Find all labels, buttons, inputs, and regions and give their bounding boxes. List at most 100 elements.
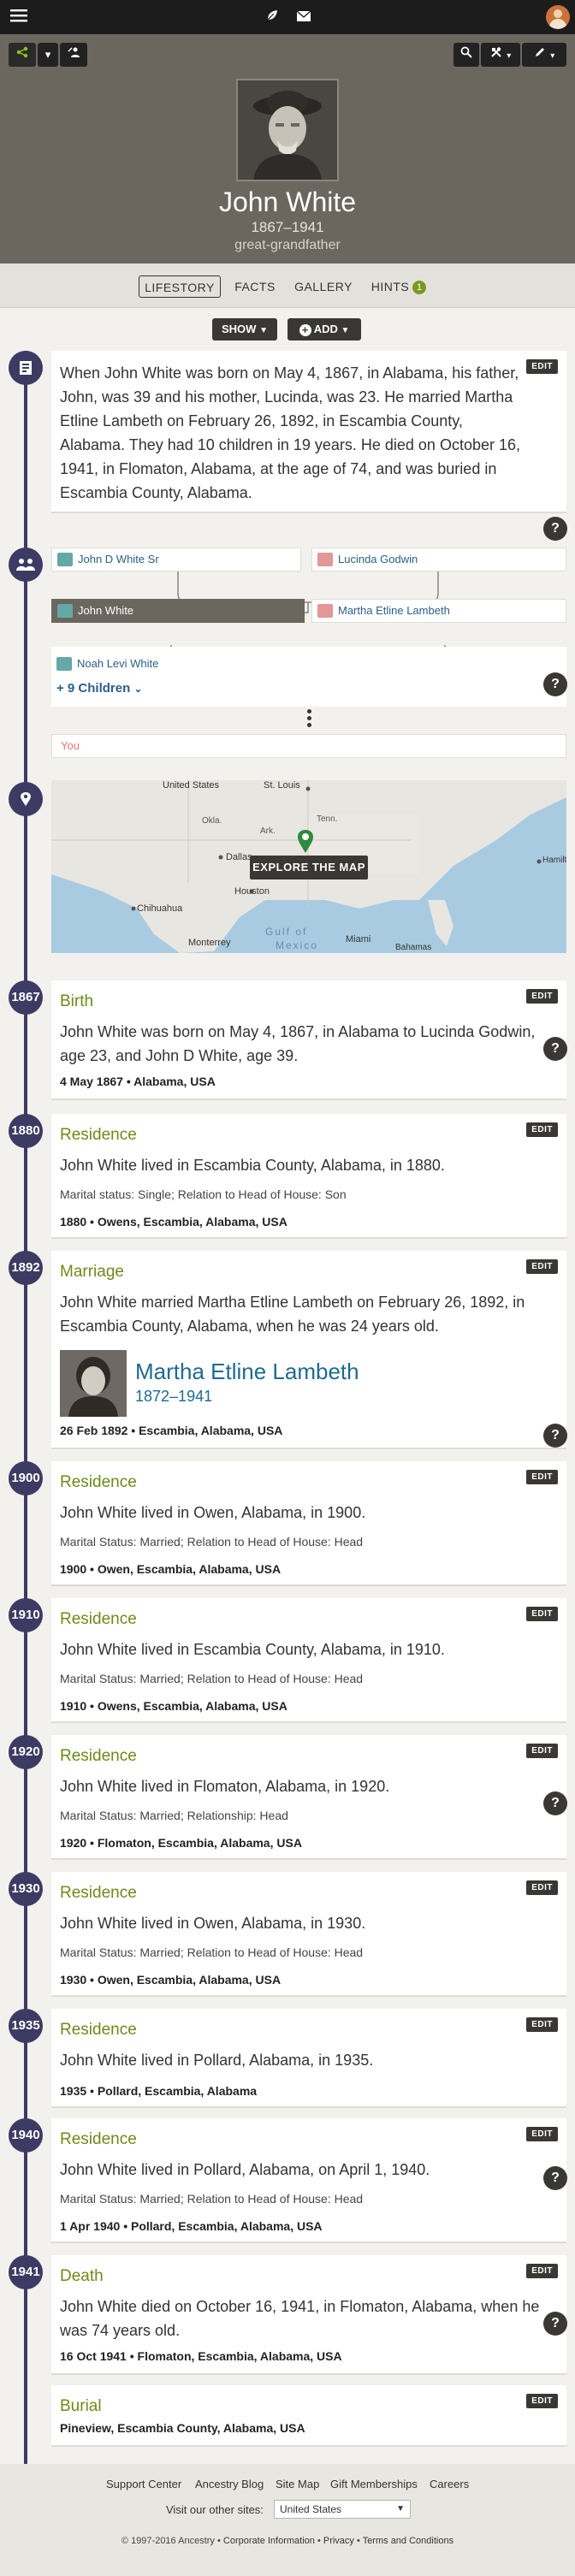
tree-person-icon — [68, 47, 80, 57]
mother-card[interactable]: Lucinda Godwin — [311, 548, 566, 571]
tab-lifestory[interactable]: LIFESTORY — [139, 275, 221, 298]
event-card-birth: EDIT Birth John White was born on May 4, 1… — [51, 980, 567, 1100]
edit-event-button[interactable]: EDIT — [526, 2127, 558, 2141]
share-button[interactable] — [9, 43, 36, 67]
edit-event-button[interactable]: EDIT — [526, 1607, 558, 1621]
edit-tools-button[interactable]: ▾ — [522, 43, 566, 67]
lifestory-text: When John White was born on May 4, 1867,… — [60, 364, 520, 501]
event-note: Marital status: Single; Relation to Head… — [60, 1187, 347, 1201]
edit-event-button[interactable]: EDIT — [526, 2394, 558, 2408]
map-label: Hamilton — [542, 856, 566, 865]
hint-tool-button[interactable] — [60, 43, 87, 67]
leaf-icon[interactable] — [262, 0, 282, 34]
event-note: Marital Status: Married; Relation to Hea… — [60, 2192, 364, 2206]
footer-link-blog[interactable]: Ancestry Blog — [195, 2478, 264, 2490]
search-button[interactable] — [453, 43, 479, 67]
show-button[interactable]: SHOW ▼ — [212, 318, 277, 341]
menu-icon[interactable] — [3, 0, 34, 34]
event-description: John White lived in Pollard, Alabama, on… — [60, 2161, 430, 2178]
tab-gallery[interactable]: GALLERY — [289, 275, 358, 298]
event-type: Birth — [60, 992, 94, 1010]
map-pin-icon — [296, 828, 315, 854]
avatar[interactable] — [546, 5, 570, 29]
footer-legal: © 1997-2016 Ancestry • Corporate Informa… — [121, 2536, 454, 2546]
event-date-place: 26 Feb 1892 • Escambia, Alabama, USA — [60, 1424, 283, 1437]
tools-button[interactable]: ▾ — [481, 43, 520, 67]
mail-icon[interactable] — [293, 0, 315, 34]
help-icon[interactable]: ? — [543, 2312, 567, 2336]
event-type: Marriage — [60, 1263, 124, 1281]
map-label: Bahamas — [395, 943, 432, 952]
more-options-icon[interactable] — [305, 707, 313, 732]
event-card-residence: EDIT Residence John White lived in Pollard… — [51, 2009, 566, 2108]
event-date-place: 1880 • Owens, Escambia, Alabama, USA — [60, 1215, 288, 1229]
help-icon[interactable]: ? — [543, 1424, 567, 1448]
profile-header: ▾ ▾ ▾ John White 1867–1941 great-grandfa… — [0, 34, 575, 264]
map-label: Miami — [346, 934, 371, 945]
tools-icon — [490, 47, 501, 57]
event-date-place: 1935 • Pollard, Escambia, Alabama — [60, 2084, 258, 2098]
edit-event-button[interactable]: EDIT — [526, 1259, 558, 1274]
help-icon[interactable]: ? — [543, 1791, 567, 1815]
edit-event-button[interactable]: EDIT — [526, 1744, 558, 1758]
edit-event-button[interactable]: EDIT — [526, 2264, 558, 2278]
explore-map-button[interactable]: EXPLORE THE MAP — [250, 856, 368, 879]
map-label: Monterrey — [188, 938, 231, 948]
male-avatar-icon — [57, 604, 73, 618]
event-date-place: 1910 • Owens, Escambia, Alabama, USA — [60, 1699, 288, 1713]
spouse-lifespan: 1872–1941 — [135, 1388, 213, 1405]
more-children-toggle[interactable]: + 9 Children ⌄ — [56, 681, 143, 696]
map-label: United States — [163, 780, 220, 791]
spouse-card[interactable]: Martha Etline Lambeth — [311, 599, 566, 623]
event-description: John White was born on May 4, 1867, in A… — [60, 1023, 536, 1064]
life-events-map[interactable]: United States St. Louis Okla. Ark. Tenn.… — [51, 780, 566, 953]
event-year-marker: 1900 — [9, 1461, 43, 1495]
event-date-place: 4 May 1867 • Alabama, USA — [60, 1075, 216, 1088]
event-card-marriage: EDIT Marriage John White married Martha Et… — [51, 1251, 567, 1449]
father-card[interactable]: John D White Sr — [51, 548, 301, 571]
footer-link-support[interactable]: Support Center — [106, 2478, 181, 2490]
event-card-death: EDIT Death John White died on October 16, … — [51, 2255, 567, 2375]
help-icon[interactable]: ? — [543, 1037, 567, 1061]
footer-link-privacy[interactable]: Privacy — [323, 2536, 354, 2546]
event-year-marker: 1880 — [9, 1114, 43, 1148]
event-date-place: 1 Apr 1940 • Pollard, Escambia, Alabama,… — [60, 2219, 323, 2233]
edit-event-button[interactable]: EDIT — [526, 1122, 558, 1137]
chevron-down-icon[interactable]: ▾ — [38, 43, 58, 67]
edit-event-button[interactable]: EDIT — [526, 1880, 558, 1895]
help-icon[interactable]: ? — [543, 517, 567, 541]
self-card[interactable]: John White — [51, 599, 305, 623]
footer-link-terms[interactable]: Terms and Conditions — [363, 2536, 453, 2546]
event-description: John White lived in Owen, Alabama, in 19… — [60, 1915, 366, 1932]
other-sites-select[interactable]: United States ▼ — [274, 2500, 411, 2519]
person-lifespan: 1867–1941 — [251, 219, 324, 235]
add-button[interactable]: + ADD ▼ — [288, 318, 361, 341]
edit-event-button[interactable]: EDIT — [526, 989, 558, 1004]
event-note: Marital Status: Married; Relation to Hea… — [60, 1672, 364, 1685]
tab-facts[interactable]: FACTS — [228, 275, 282, 298]
tab-hints[interactable]: HINTS 1 — [365, 275, 433, 298]
event-year-marker: 1867 — [9, 980, 43, 1015]
map-label: Houston — [234, 886, 270, 897]
footer-link-gifts[interactable]: Gift Memberships — [330, 2478, 418, 2490]
male-avatar-icon — [57, 553, 73, 566]
family-tree-section: John D White Sr Lucinda Godwin John Whit… — [51, 548, 567, 758]
event-card-residence: EDIT Residence John White lived in Pollard… — [51, 2118, 567, 2243]
edit-story-button[interactable]: EDIT — [526, 359, 558, 374]
edit-event-button[interactable]: EDIT — [526, 1470, 558, 1484]
footer-link-careers[interactable]: Careers — [430, 2478, 469, 2490]
event-card-residence: EDIT Residence John White lived in Escambi… — [51, 1114, 566, 1239]
footer-link-sitemap[interactable]: Site Map — [276, 2478, 319, 2490]
you-card[interactable]: You — [51, 734, 566, 758]
footer-link-corporate[interactable]: Corporate Information — [223, 2536, 315, 2546]
map-label: Okla. — [202, 816, 222, 826]
help-icon[interactable]: ? — [543, 672, 567, 696]
map-label: Mexico — [276, 939, 319, 951]
child-card[interactable]: Noah Levi White — [56, 655, 158, 672]
spouse-photo[interactable] — [60, 1350, 127, 1417]
help-icon[interactable]: ? — [543, 2166, 567, 2190]
profile-photo[interactable] — [236, 79, 339, 181]
spouse-name-link[interactable]: Martha Etline Lambeth — [135, 1359, 359, 1385]
map-label: Chihuahua — [137, 903, 183, 914]
edit-event-button[interactable]: EDIT — [526, 2017, 558, 2032]
